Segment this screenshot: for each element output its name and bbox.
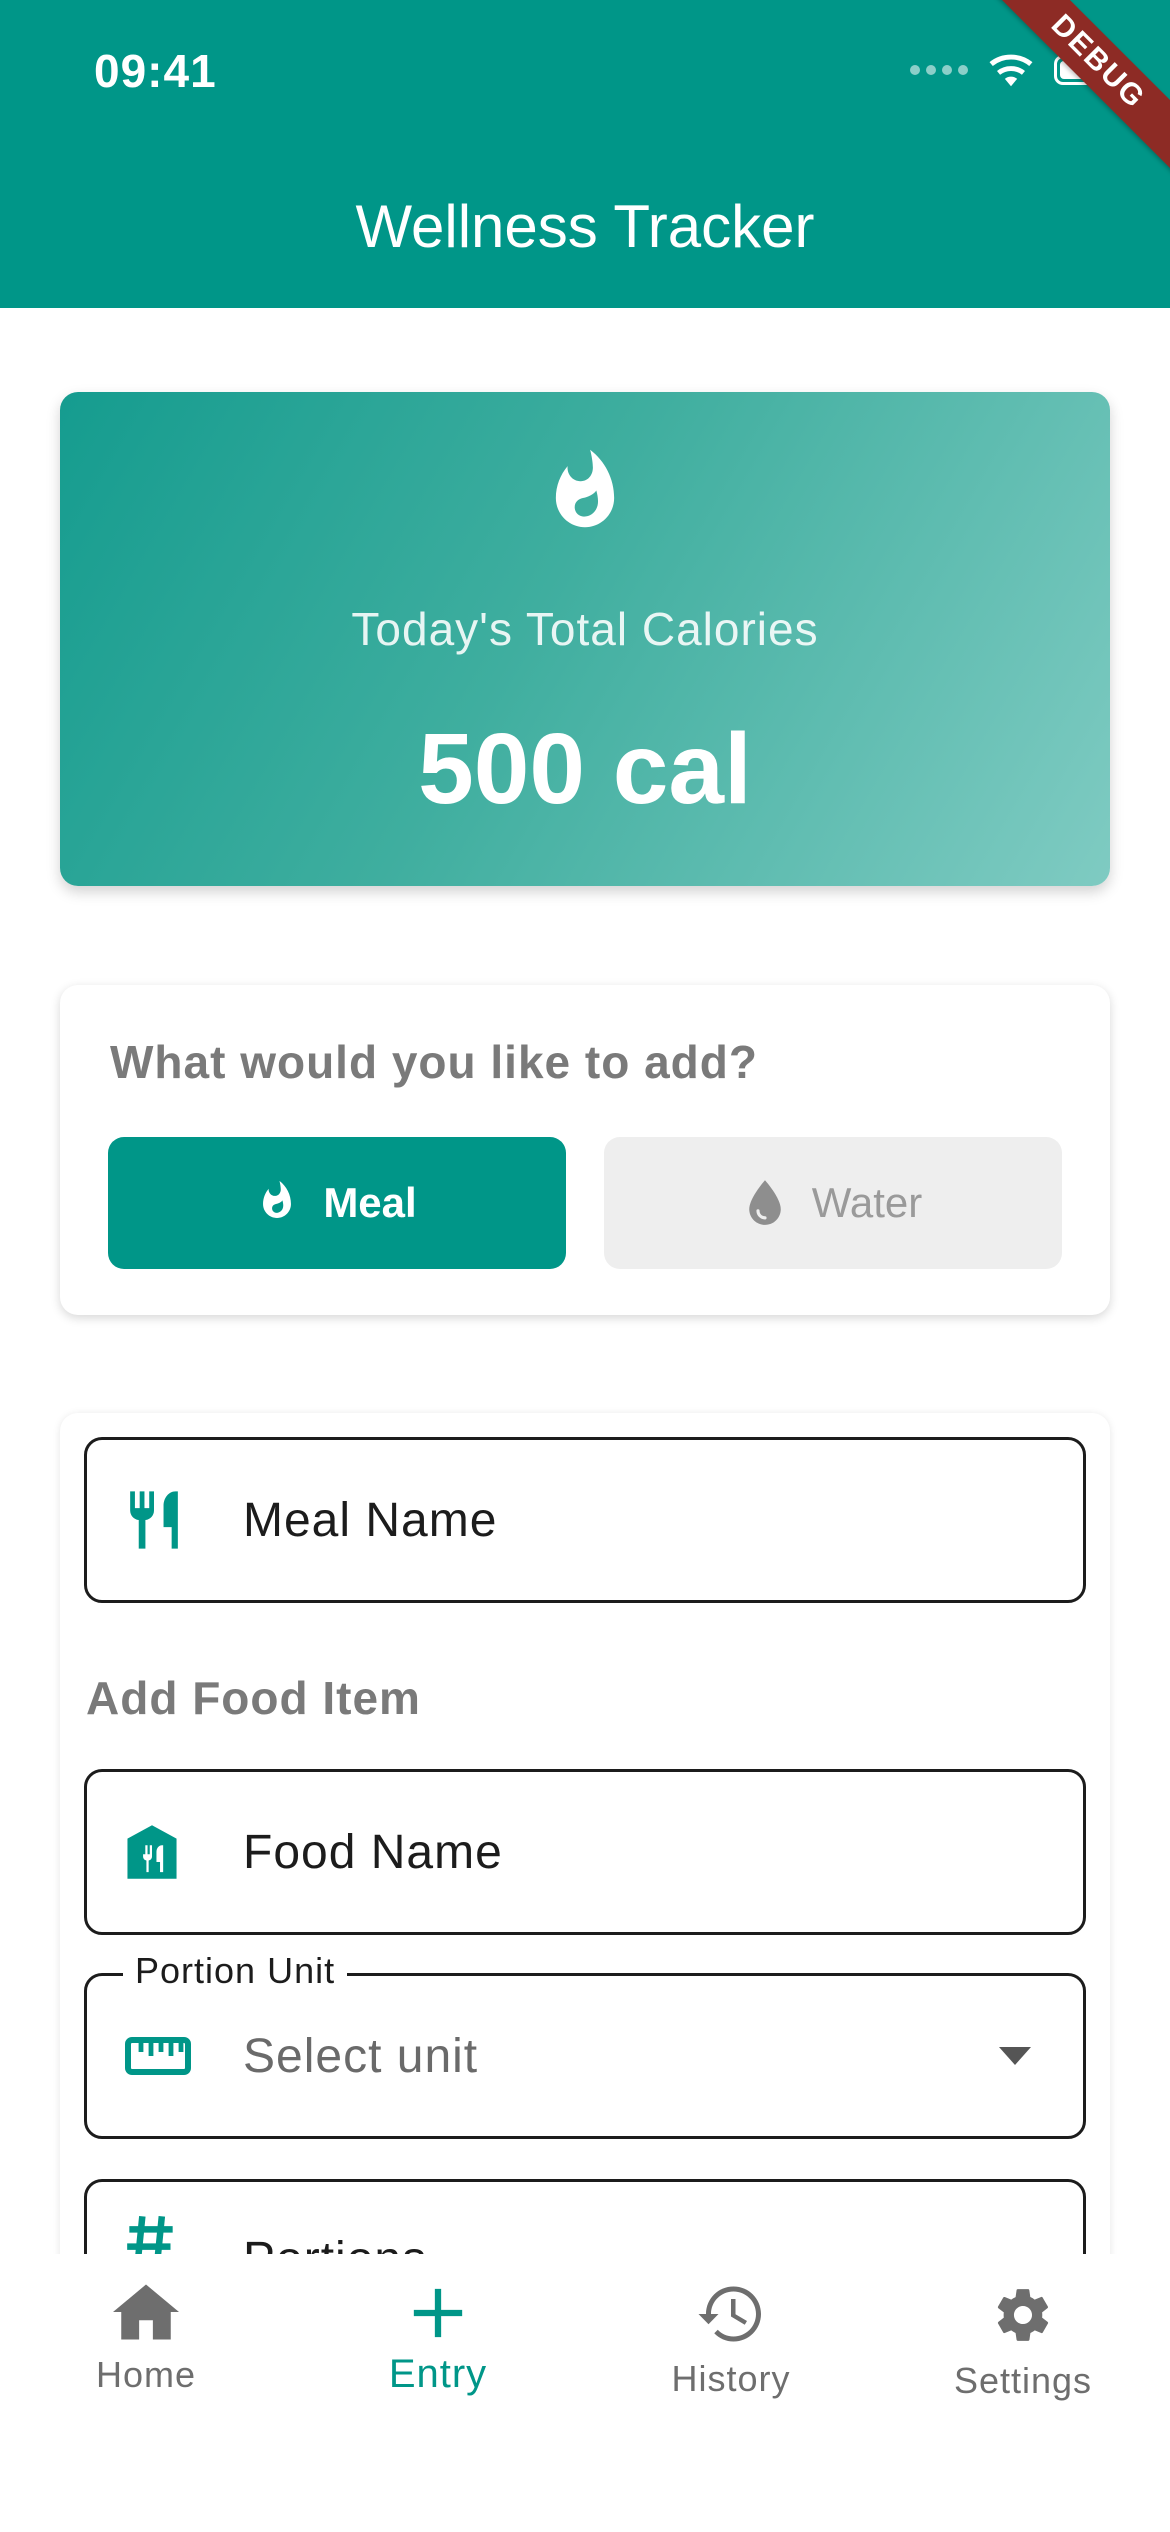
- bottom-navigation: Home Entry History Settings: [0, 2254, 1170, 2532]
- app-bar: 09:41 DEBUG Wellness Tracker: [0, 0, 1170, 308]
- debug-banner: DEBUG: [974, 0, 1170, 186]
- nav-history-label: History: [671, 2358, 791, 2399]
- portion-unit-dropdown[interactable]: Portion Unit Select unit: [84, 1950, 1086, 2139]
- portion-unit-label: Portion Unit: [123, 1950, 348, 1992]
- nav-home[interactable]: Home: [21, 2284, 271, 2396]
- calorie-value: 500 cal: [418, 713, 752, 825]
- meal-name-field[interactable]: Meal Name: [84, 1437, 1086, 1603]
- nav-entry[interactable]: Entry: [313, 2284, 563, 2397]
- meal-toggle-label: Meal: [323, 1179, 417, 1226]
- add-food-item-heading: Add Food Item: [86, 1672, 421, 1724]
- calorie-summary-card: Today's Total Calories 500 cal: [60, 392, 1110, 886]
- nav-history[interactable]: History: [606, 2284, 856, 2400]
- meal-form-card: Meal Name Add Food Item Food Name Portio…: [60, 1413, 1110, 2313]
- calorie-label: Today's Total Calories: [351, 603, 819, 655]
- fire-icon: [263, 1180, 292, 1218]
- meal-toggle-button[interactable]: Meal: [108, 1137, 566, 1269]
- fire-icon: [555, 449, 615, 528]
- water-drop-icon: [749, 1180, 781, 1225]
- portion-unit-value: Select unit: [243, 2029, 479, 2083]
- water-toggle-button[interactable]: Water: [604, 1137, 1062, 1269]
- nav-entry-label: Entry: [388, 2352, 488, 2396]
- wifi-icon: [989, 54, 1033, 87]
- food-name-placeholder: Food Name: [243, 1825, 503, 1879]
- food-icon: [127, 1825, 177, 1879]
- nav-settings-label: Settings: [953, 2360, 1093, 2401]
- nav-settings[interactable]: Settings: [898, 2284, 1148, 2402]
- gear-icon: [997, 2289, 1049, 2341]
- cellular-signal-icon: [910, 65, 968, 75]
- food-name-field[interactable]: Food Name: [84, 1769, 1086, 1935]
- meal-name-placeholder: Meal Name: [243, 1493, 498, 1547]
- entry-type-question: What would you like to add?: [110, 1036, 758, 1088]
- history-icon: [698, 2286, 761, 2342]
- home-icon: [113, 2284, 179, 2340]
- restaurant-icon: [130, 1491, 178, 1549]
- chevron-down-icon: [999, 2047, 1031, 2065]
- entry-type-card: What would you like to add? Meal Water: [60, 985, 1110, 1315]
- plus-icon: [413, 2288, 463, 2338]
- nav-home-label: Home: [95, 2354, 197, 2395]
- status-time: 09:41: [94, 45, 217, 97]
- page-title: Wellness Tracker: [355, 193, 815, 260]
- water-toggle-label: Water: [811, 1179, 923, 1226]
- ruler-icon: [125, 2037, 191, 2075]
